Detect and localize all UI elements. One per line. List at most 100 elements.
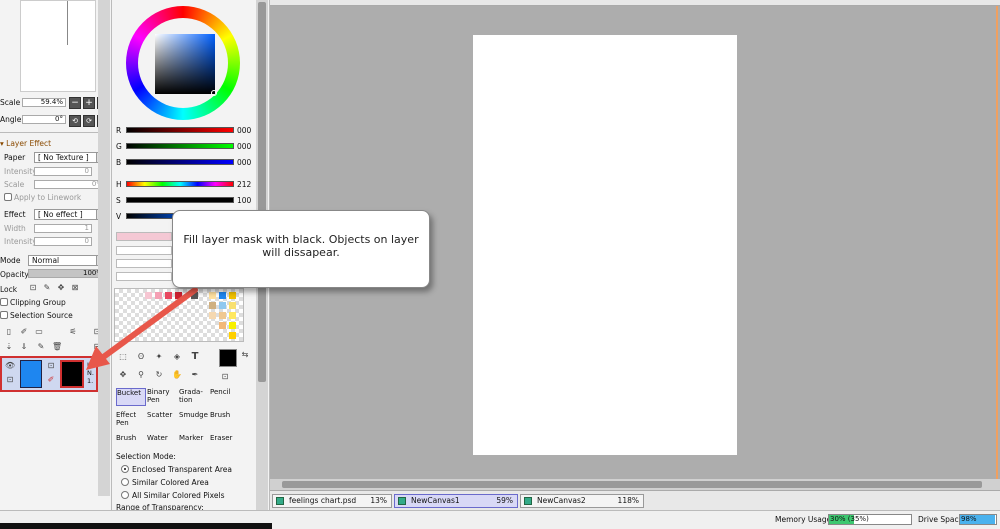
effect-dropdown[interactable]: [ No effect ]▾ <box>34 209 106 220</box>
left-panel-scrollbar[interactable] <box>98 0 110 496</box>
swatch[interactable] <box>229 302 236 309</box>
transfer-down-icon[interactable]: ⇣ <box>4 342 14 352</box>
zoom-in-button[interactable]: + <box>83 97 95 109</box>
tab-feelings-chart[interactable]: feelings chart.psd 13% <box>272 494 392 508</box>
swatch[interactable] <box>209 302 216 309</box>
tool-smudge[interactable]: Smudge <box>179 411 209 429</box>
r-value: 000 <box>237 126 252 135</box>
foreground-color-swatch[interactable] <box>219 349 237 367</box>
angle-value: 0° <box>55 115 63 123</box>
color-picker-handle[interactable] <box>211 90 217 96</box>
selection-source-label: Selection Source <box>10 311 73 320</box>
tool-binary-pen[interactable]: Binary Pen <box>147 388 177 406</box>
rotate-left-button[interactable]: ⟲ <box>69 115 81 127</box>
tab-newcanvas1[interactable]: NewCanvas1 59% <box>394 494 518 508</box>
memory-usage-meter: 30% (35%) <box>828 514 912 525</box>
blend-mode-dropdown[interactable]: Normal▾ <box>28 255 106 266</box>
new-folder-icon[interactable]: ▭ <box>34 327 44 337</box>
tool-eraser[interactable]: Eraser <box>210 434 240 452</box>
tool-water[interactable]: Water <box>147 434 177 452</box>
new-layer-icon[interactable]: ▯ <box>4 327 14 337</box>
swatch[interactable] <box>209 292 216 299</box>
red-channel-slider[interactable] <box>126 127 234 133</box>
rotate-right-button[interactable]: ⟳ <box>83 115 95 127</box>
g-label: G <box>116 142 122 151</box>
swatch[interactable] <box>229 312 236 319</box>
intensity-slider[interactable]: 0 <box>34 167 92 176</box>
swatch[interactable] <box>219 292 226 299</box>
tool-effect-pen-label: Effect Pen <box>116 411 137 427</box>
tool-pencil[interactable]: Pencil <box>210 388 240 406</box>
width-slider[interactable]: 1 <box>34 224 92 233</box>
clipping-group-checkbox[interactable] <box>0 298 8 306</box>
tool-marker[interactable]: Marker <box>179 434 209 452</box>
swap-colors-icon[interactable]: ⇆ <box>240 350 250 360</box>
g-value: 000 <box>237 142 252 151</box>
tool-smudge-label: Smudge <box>179 411 208 419</box>
window-edge <box>0 523 272 529</box>
mixer-slot[interactable] <box>116 259 172 268</box>
swatch[interactable] <box>219 312 226 319</box>
swatch[interactable] <box>219 322 226 329</box>
selection-source-checkbox[interactable] <box>0 311 8 319</box>
merge-down-icon[interactable]: ⇓ <box>19 342 29 352</box>
swatch[interactable] <box>229 292 236 299</box>
blue-channel-slider[interactable] <box>126 159 234 165</box>
tab-newcanvas2[interactable]: NewCanvas2 118% <box>520 494 644 508</box>
eye-icon[interactable]: 👁 <box>5 361 15 371</box>
all-similar-radio[interactable] <box>121 491 129 499</box>
mixer-slot[interactable] <box>116 246 172 255</box>
layer-thumbnail[interactable] <box>20 360 42 388</box>
navigator-preview[interactable] <box>20 0 96 92</box>
similar-color-radio[interactable] <box>121 478 129 486</box>
green-channel-slider[interactable] <box>126 143 234 149</box>
annotation-arrow <box>86 287 198 370</box>
apply-linework-label: Apply to Linework <box>14 193 82 202</box>
opacity-slider[interactable]: 100% <box>28 269 106 278</box>
intensity-value: 0 <box>84 167 89 175</box>
tool-effect-pen[interactable]: Effect Pen <box>116 411 146 429</box>
scrollbar-thumb[interactable] <box>258 2 266 382</box>
mask-brush-icon: ✐ <box>47 375 55 384</box>
paper-texture-value: [ No Texture ] <box>38 153 89 162</box>
swatch[interactable] <box>229 332 236 339</box>
lock-all-icon[interactable]: ⊠ <box>70 283 80 293</box>
tool-brush-label: Brush <box>210 411 231 419</box>
transparent-color-icon[interactable]: ⊡ <box>220 372 230 382</box>
canvas-paper[interactable] <box>473 35 737 455</box>
s-value: 100 <box>237 196 252 205</box>
tool-water-label: Water <box>147 434 168 442</box>
apply-linework-checkbox[interactable] <box>4 193 12 201</box>
intensity2-slider[interactable]: 0 <box>34 237 92 246</box>
clear-layer-icon[interactable]: ✎ <box>36 342 46 352</box>
layer-effect-header[interactable]: ▾ Layer Effect <box>0 139 51 148</box>
swatch[interactable] <box>219 302 226 309</box>
trash-icon[interactable]: 🗑 <box>52 342 62 352</box>
saturation-slider[interactable] <box>126 197 234 203</box>
scrollbar-thumb[interactable] <box>282 481 982 488</box>
paper-texture-dropdown[interactable]: [ No Texture ]▾ <box>34 152 106 163</box>
tool-brush[interactable]: Brush <box>210 411 240 429</box>
texture-scale-slider[interactable]: 0% <box>34 180 106 189</box>
lock-transparency-icon[interactable]: ⊡ <box>28 283 38 293</box>
swatch[interactable] <box>229 322 236 329</box>
canvas-horizontal-scrollbar[interactable] <box>270 479 1000 490</box>
zoom-out-button[interactable]: − <box>69 97 81 109</box>
hue-slider[interactable] <box>126 181 234 187</box>
lock-move-icon[interactable]: ✥ <box>56 283 66 293</box>
saturation-value-square[interactable] <box>155 34 217 96</box>
layer-mask-icon[interactable]: ⚟ <box>68 327 78 337</box>
tool-bucket[interactable]: Bucket <box>116 388 146 406</box>
enclosed-area-radio[interactable] <box>121 465 129 473</box>
swatch[interactable] <box>209 312 216 319</box>
tool-gradation[interactable]: Grada-tion <box>179 388 205 406</box>
tool-scatter[interactable]: Scatter <box>147 411 177 429</box>
tab-zoom: 59% <box>496 496 513 505</box>
angle-slider[interactable]: 0° <box>22 115 66 124</box>
new-linework-layer-icon[interactable]: ✐ <box>19 327 29 337</box>
scale-slider[interactable]: 59.4% <box>22 98 66 107</box>
lock-paint-icon[interactable]: ✎ <box>42 283 52 293</box>
tool-brush-2[interactable]: Brush <box>116 434 146 452</box>
mixer-swatch[interactable] <box>116 232 172 241</box>
mask-toggle-icon[interactable]: ⊡ <box>46 361 56 371</box>
